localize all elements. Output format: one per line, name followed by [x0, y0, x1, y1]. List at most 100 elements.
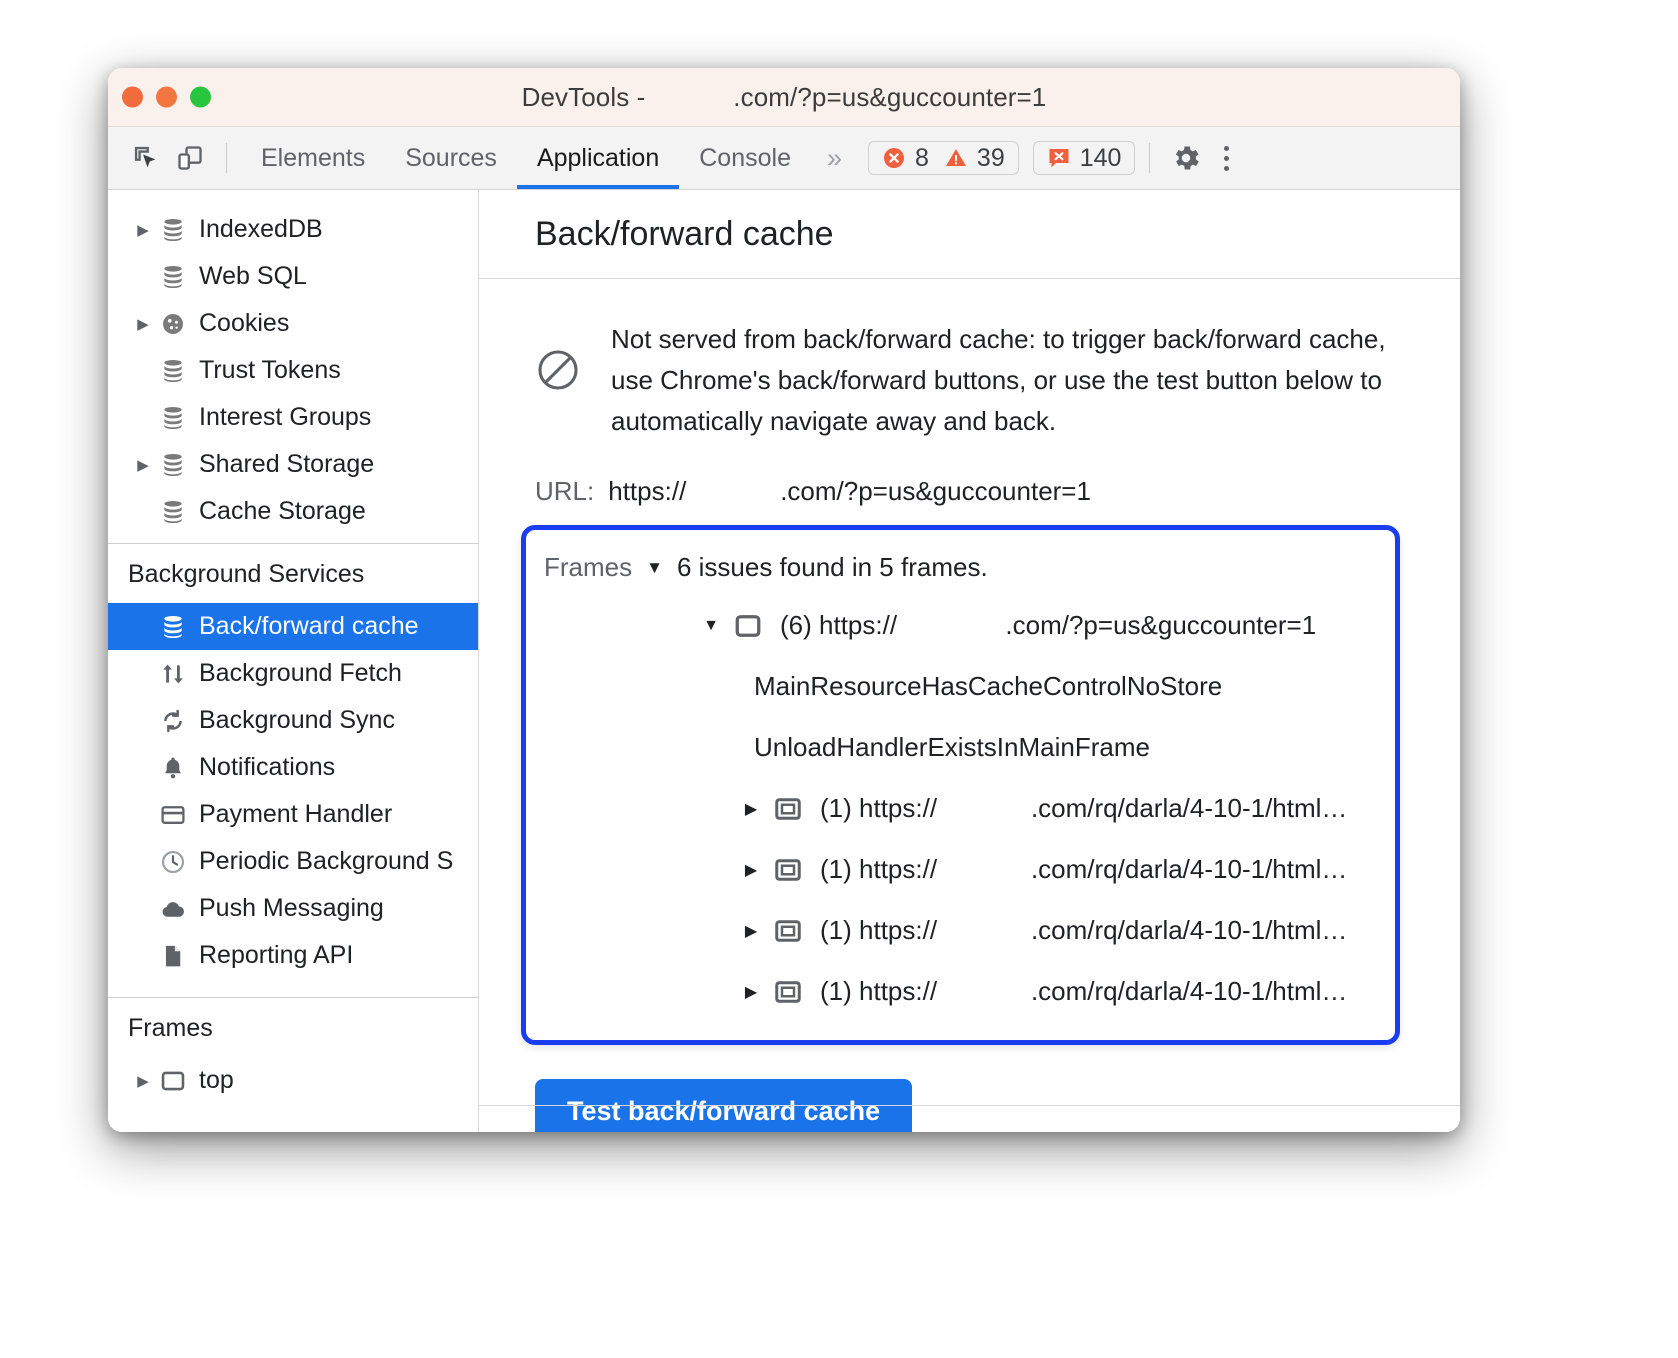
issues-counter[interactable]: 140 [1032, 141, 1136, 175]
sidebar-item-label: Payment Handler [199, 800, 393, 828]
frame-issue-count: (1) [820, 976, 852, 1006]
sidebar-item-notifications[interactable]: ▶ Notifications [108, 744, 478, 791]
sidebar-item-label: Cache Storage [199, 497, 366, 525]
up-down-arrows-icon [156, 661, 190, 687]
more-tabs-chevron-icon[interactable]: » [811, 143, 858, 174]
kebab-menu-icon[interactable] [1208, 136, 1244, 180]
iframe-icon [768, 794, 808, 824]
frame-url: https:// .com/rq/darla/4-10-1/html… [859, 976, 1348, 1006]
inspect-element-icon[interactable] [124, 136, 168, 180]
panel-footer-divider [479, 1105, 1460, 1106]
sidebar-item-background-sync[interactable]: ▶ Background Sync [108, 697, 478, 744]
frame-icon [728, 611, 768, 641]
background-services-heading: Background Services [128, 560, 365, 588]
expand-arrow-icon[interactable]: ▶ [130, 1072, 156, 1090]
database-icon [156, 217, 190, 243]
sidebar-item-label: Web SQL [199, 262, 307, 290]
sidebar-item-periodic-background-sync[interactable]: ▶ Periodic Background S [108, 838, 478, 885]
sidebar-item-shared-storage[interactable]: ▶ Shared Storage [108, 441, 478, 488]
minimize-window-button[interactable] [156, 86, 177, 108]
sidebar-item-back-forward-cache[interactable]: ▶ Back/forward cache [108, 603, 478, 650]
sidebar-item-trust-tokens[interactable]: ▶ Trust Tokens [108, 347, 478, 394]
sync-icon [156, 708, 190, 734]
expand-arrow-icon[interactable]: ▶ [734, 982, 768, 1002]
sidebar-item-reporting-api[interactable]: ▶ Reporting API [108, 932, 478, 979]
tab-console[interactable]: Console [679, 127, 811, 189]
frame-tree-row-child[interactable]: ▶ (1) https:// .com/rq/darla/4-10-1/html… [526, 961, 1395, 1022]
expand-arrow-icon[interactable]: ▶ [130, 315, 156, 333]
sidebar-item-label: Notifications [199, 753, 336, 781]
expand-arrow-icon[interactable]: ▶ [130, 221, 156, 239]
panel-tabs: Elements Sources Application Console [241, 127, 811, 189]
frame-issue-reason: UnloadHandlerExistsInMainFrame [754, 732, 1150, 762]
frames-label: Frames [544, 552, 633, 582]
database-icon [156, 499, 190, 525]
warning-count: 39 [976, 143, 1005, 172]
error-circle-icon [884, 148, 905, 168]
frame-issue-count: (1) [820, 854, 852, 884]
collapse-arrow-icon[interactable]: ▼ [694, 617, 728, 635]
expand-arrow-icon[interactable]: ▶ [734, 860, 768, 880]
traffic-lights [122, 86, 211, 108]
sidebar-item-push-messaging[interactable]: ▶ Push Messaging [108, 885, 478, 932]
sidebar-item-label: Background Fetch [199, 659, 402, 687]
iframe-icon [768, 916, 808, 946]
tab-application[interactable]: Application [516, 127, 680, 189]
sidebar-item-label: Reporting API [199, 941, 354, 969]
page-title: Back/forward cache [479, 190, 1460, 279]
tab-elements[interactable]: Elements [241, 127, 385, 189]
frame-url: https:// .com/rq/darla/4-10-1/html… [859, 915, 1348, 945]
frame-issue-count: (1) [820, 793, 852, 823]
frame-url: https:// .com/?p=us&guccounter=1 [819, 610, 1317, 640]
expand-arrow-icon[interactable]: ▶ [734, 799, 768, 819]
sidebar-item-frames-top[interactable]: ▶ top [108, 1057, 478, 1104]
frames-summary-row[interactable]: Frames ▼ 6 issues found in 5 frames. [526, 544, 1395, 595]
sidebar-item-background-fetch[interactable]: ▶ Background Fetch [108, 650, 478, 697]
expand-arrow-icon[interactable]: ▶ [130, 456, 156, 474]
frame-issue-count: (1) [820, 915, 852, 945]
sidebar-item-indexeddb[interactable]: ▶ IndexedDB [108, 206, 478, 253]
cloud-icon [156, 896, 190, 922]
sidebar-item-label: Cookies [199, 309, 290, 337]
status-message: Not served from back/forward cache: to t… [611, 324, 1386, 436]
database-icon [156, 264, 190, 290]
tab-sources[interactable]: Sources [385, 127, 517, 189]
close-window-button[interactable] [122, 86, 143, 108]
frame-tree-row-main[interactable]: ▼ (6) https:// .com/?p=us&guccounter=1 [526, 595, 1395, 656]
devtools-toolbar: Elements Sources Application Console » 8 [108, 127, 1460, 190]
frame-tree-row-child[interactable]: ▶ (1) https:// .com/rq/darla/4-10-1/html… [526, 778, 1395, 839]
error-warning-counter[interactable]: 8 39 [868, 141, 1019, 175]
devtools-body: ▶ IndexedDB ▶ [108, 190, 1460, 1132]
sidebar-item-label: IndexedDB [199, 215, 323, 243]
device-toolbar-icon[interactable] [168, 136, 212, 180]
issue-count: 140 [1079, 143, 1122, 172]
gear-icon[interactable] [1164, 136, 1208, 180]
sidebar-item-payment-handler[interactable]: ▶ Payment Handler [108, 791, 478, 838]
sidebar-item-cache-storage[interactable]: ▶ Cache Storage [108, 488, 478, 535]
sidebar-item-label: Shared Storage [199, 450, 375, 478]
devtools-window: DevTools - .com/?p=us&guccounter=1 Eleme… [108, 68, 1460, 1132]
frame-url: https:// .com/rq/darla/4-10-1/html… [859, 793, 1348, 823]
maximize-window-button[interactable] [190, 86, 211, 108]
frame-tree-row-child[interactable]: ▶ (1) https:// .com/rq/darla/4-10-1/html… [526, 900, 1395, 961]
sidebar-item-label: top [199, 1066, 234, 1094]
sidebar-clipped-row [108, 190, 478, 206]
status-message-row: Not served from back/forward cache: to t… [479, 319, 1460, 442]
screenshot-root: DevTools - .com/?p=us&guccounter=1 Eleme… [0, 0, 1678, 1358]
bell-icon [156, 755, 190, 781]
sidebar-item-web-sql[interactable]: ▶ Web SQL [108, 253, 478, 300]
expand-arrow-icon[interactable]: ▶ [734, 921, 768, 941]
frame-tree-row-child[interactable]: ▶ (1) https:// .com/rq/darla/4-10-1/html… [526, 839, 1395, 900]
frames-summary: 6 issues found in 5 frames. [676, 552, 988, 582]
frame-icon [156, 1068, 190, 1094]
url-label: URL: [535, 476, 595, 506]
iframe-icon [768, 855, 808, 885]
page-url-row: URL: https:// .com/?p=us&guccounter=1 [479, 476, 1460, 507]
sidebar-item-cookies[interactable]: ▶ Cookies [108, 300, 478, 347]
frame-issue-count: (6) [780, 610, 812, 640]
chevron-down-icon[interactable]: ▼ [646, 558, 663, 578]
frames-heading: Frames [128, 1014, 213, 1042]
sidebar-item-label: Background Sync [199, 706, 395, 734]
sidebar-item-interest-groups[interactable]: ▶ Interest Groups [108, 394, 478, 441]
sidebar-item-label: Back/forward cache [199, 612, 419, 640]
